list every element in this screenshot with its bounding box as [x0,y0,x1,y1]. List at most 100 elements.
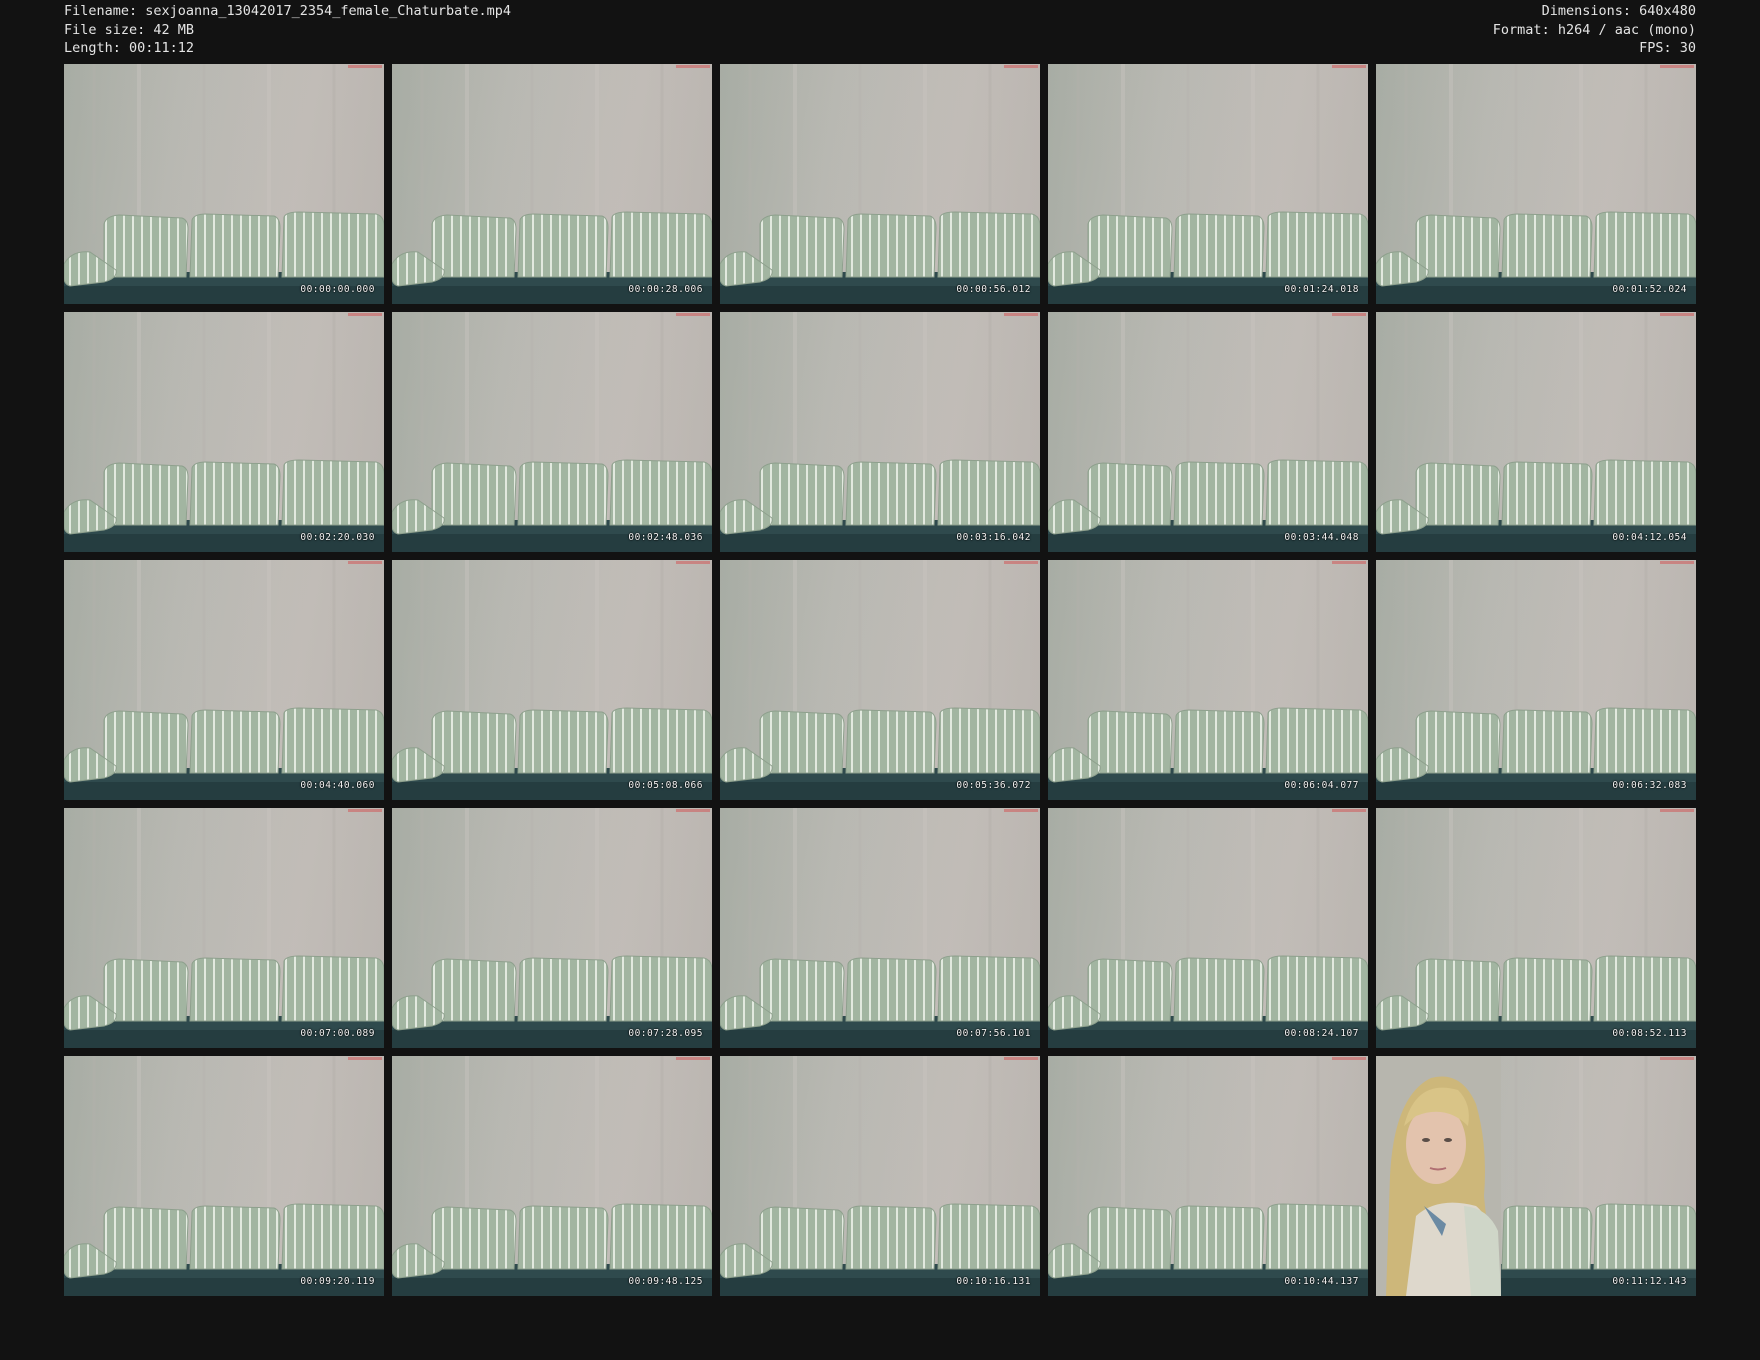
recording-indicator [1004,65,1038,68]
video-thumbnail[interactable]: 00:04:12.054 [1376,312,1696,552]
thumbnail-timestamp: 00:11:12.143 [1612,1276,1687,1287]
couch-scene-image [720,1056,1040,1296]
video-thumbnail[interactable]: 00:09:20.119 [64,1056,384,1296]
couch-scene-image [64,64,384,304]
couch-scene-image [392,808,712,1048]
video-thumbnail[interactable]: 00:11:12.143 [1376,1056,1696,1296]
thumbnail-timestamp: 00:03:44.048 [1284,532,1359,543]
recording-indicator [1332,313,1366,316]
recording-indicator [1660,561,1694,564]
thumbnail-timestamp: 00:04:12.054 [1612,532,1687,543]
thumbnail-timestamp: 00:01:24.018 [1284,284,1359,295]
video-thumbnail[interactable]: 00:10:16.131 [720,1056,1040,1296]
thumbnail-timestamp: 00:04:40.060 [300,780,375,791]
recording-indicator [676,313,710,316]
couch-scene-image [64,1056,384,1296]
recording-indicator [1004,561,1038,564]
video-thumbnail[interactable]: 00:05:36.072 [720,560,1040,800]
thumbnail-timestamp: 00:02:20.030 [300,532,375,543]
couch-scene-image [392,312,712,552]
filesize-label: File size: 42 MB [64,21,195,38]
couch-scene-image [64,560,384,800]
person-scene-image [1376,1056,1501,1296]
video-thumbnail[interactable]: 00:06:32.083 [1376,560,1696,800]
recording-indicator [1660,1057,1694,1060]
thumbnail-timestamp: 00:07:28.095 [628,1028,703,1039]
couch-scene-image [1376,64,1696,304]
video-thumbnail[interactable]: 00:08:52.113 [1376,808,1696,1048]
video-thumbnail[interactable]: 00:05:08.066 [392,560,712,800]
thumbnail-timestamp: 00:02:48.036 [628,532,703,543]
file-info-left: Filename: sexjoanna_13042017_2354_female… [64,2,511,58]
video-thumbnail[interactable]: 00:02:20.030 [64,312,384,552]
format-label: Format: h264 / aac (mono) [1492,21,1696,38]
thumbnail-timestamp: 00:00:56.012 [956,284,1031,295]
thumbnail-timestamp: 00:10:44.137 [1284,1276,1359,1287]
video-thumbnail[interactable]: 00:07:56.101 [720,808,1040,1048]
thumbnail-timestamp: 00:06:32.083 [1612,780,1687,791]
fps-label: FPS: 30 [1639,40,1696,56]
couch-scene-image [720,312,1040,552]
video-info-header: Filename: sexjoanna_13042017_2354_female… [64,0,1696,60]
recording-indicator [676,1057,710,1060]
dimensions-label: Dimensions: 640x480 [1541,3,1696,19]
thumbnail-timestamp: 00:07:56.101 [956,1028,1031,1039]
recording-indicator [348,65,382,68]
video-thumbnail[interactable]: 00:01:24.018 [1048,64,1368,304]
recording-indicator [348,809,382,812]
recording-indicator [1332,65,1366,68]
couch-scene-image [1048,1056,1368,1296]
thumbnail-timestamp: 00:10:16.131 [956,1276,1031,1287]
couch-scene-image [392,1056,712,1296]
thumbnail-timestamp: 00:08:24.107 [1284,1028,1359,1039]
couch-scene-image [720,64,1040,304]
video-thumbnail[interactable]: 00:10:44.137 [1048,1056,1368,1296]
couch-scene-image [64,312,384,552]
video-thumbnail[interactable]: 00:00:00.000 [64,64,384,304]
recording-indicator [676,561,710,564]
couch-scene-image [392,560,712,800]
thumbnail-timestamp: 00:09:20.119 [300,1276,375,1287]
video-thumbnail[interactable]: 00:04:40.060 [64,560,384,800]
recording-indicator [676,809,710,812]
file-info-right: Dimensions: 640x480 Format: h264 / aac (… [1493,2,1696,58]
couch-scene-image [1376,312,1696,552]
thumbnail-timestamp: 00:08:52.113 [1612,1028,1687,1039]
thumbnail-timestamp: 00:06:04.077 [1284,780,1359,791]
video-thumbnail[interactable]: 00:02:48.036 [392,312,712,552]
recording-indicator [1004,1057,1038,1060]
recording-indicator [348,313,382,316]
recording-indicator [348,561,382,564]
couch-scene-image [1048,560,1368,800]
recording-indicator [1004,809,1038,812]
couch-scene-image [1048,64,1368,304]
thumbnail-timestamp: 00:00:00.000 [300,284,375,295]
couch-scene-image [720,808,1040,1048]
length-label: Length: 00:11:12 [64,40,195,56]
couch-scene-image [64,808,384,1048]
recording-indicator [1660,65,1694,68]
couch-scene-image [1048,312,1368,552]
video-thumbnail[interactable]: 00:09:48.125 [392,1056,712,1296]
recording-indicator [1660,809,1694,812]
couch-scene-image [1376,808,1696,1048]
thumbnail-timestamp: 00:05:08.066 [628,780,703,791]
video-thumbnail[interactable]: 00:08:24.107 [1048,808,1368,1048]
recording-indicator [1332,1057,1366,1060]
recording-indicator [1332,561,1366,564]
couch-scene-image [720,560,1040,800]
video-thumbnail[interactable]: 00:01:52.024 [1376,64,1696,304]
video-thumbnail[interactable]: 00:03:44.048 [1048,312,1368,552]
video-thumbnail[interactable]: 00:00:56.012 [720,64,1040,304]
recording-indicator [1332,809,1366,812]
filename-label: Filename: sexjoanna_13042017_2354_female… [64,3,512,19]
video-thumbnail[interactable]: 00:03:16.042 [720,312,1040,552]
thumbnail-timestamp: 00:00:28.006 [628,284,703,295]
thumbnail-timestamp: 00:07:00.089 [300,1028,375,1039]
video-thumbnail[interactable]: 00:07:28.095 [392,808,712,1048]
couch-scene-image [1048,808,1368,1048]
thumbnail-timestamp: 00:09:48.125 [628,1276,703,1287]
video-thumbnail[interactable]: 00:00:28.006 [392,64,712,304]
video-thumbnail[interactable]: 00:07:00.089 [64,808,384,1048]
video-thumbnail[interactable]: 00:06:04.077 [1048,560,1368,800]
